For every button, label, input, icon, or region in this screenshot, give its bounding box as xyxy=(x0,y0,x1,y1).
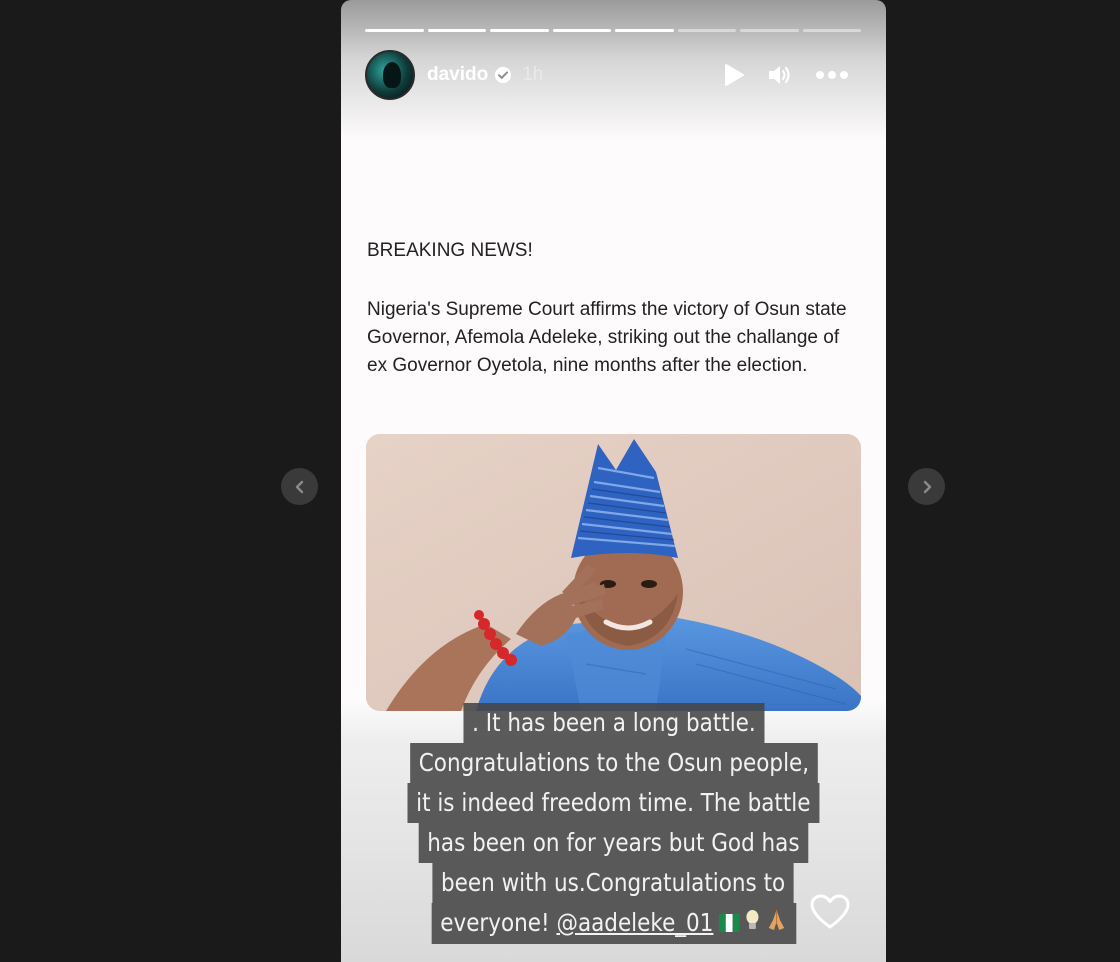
governor-photo xyxy=(366,434,861,711)
mention-link[interactable]: @aadeleke_01 xyxy=(556,908,713,937)
chevron-right-icon xyxy=(923,480,931,493)
play-icon[interactable] xyxy=(723,63,745,87)
caption-line: it is indeed freedom time. The battle xyxy=(407,783,820,823)
story-header: davido 1h xyxy=(365,50,861,100)
verified-badge-icon xyxy=(495,66,512,84)
progress-segment xyxy=(365,29,424,32)
caption-line: been with us.Congratulations to xyxy=(432,863,795,903)
story-progress-bar xyxy=(365,29,861,32)
username[interactable]: davido xyxy=(427,64,488,86)
progress-segment xyxy=(427,29,486,32)
praying-hands-icon xyxy=(765,904,787,944)
caption-text: everyone! xyxy=(439,908,557,937)
volume-icon[interactable] xyxy=(767,63,793,87)
previous-story-button[interactable] xyxy=(281,468,318,505)
chevron-left-icon xyxy=(295,480,303,493)
avatar[interactable] xyxy=(365,50,415,100)
caption-line: . It has been a long battle. xyxy=(463,703,764,743)
caption-line-last: everyone! @aadeleke_01 xyxy=(431,903,796,944)
heart-icon[interactable] xyxy=(810,894,850,930)
progress-segment xyxy=(552,29,611,32)
news-headline: BREAKING NEWS! xyxy=(367,240,533,261)
story-controls xyxy=(723,63,849,87)
progress-segment xyxy=(490,29,549,32)
next-story-button[interactable] xyxy=(908,468,945,505)
progress-segment xyxy=(802,29,861,32)
caption-line: has been on for years but God has xyxy=(418,823,809,863)
progress-segment xyxy=(677,29,736,32)
progress-segment xyxy=(615,29,674,32)
news-body: Nigeria's Supreme Court affirms the vict… xyxy=(367,299,847,376)
timestamp: 1h xyxy=(522,64,544,85)
story-viewer[interactable]: davido 1h BREAKING NEWS! Nigeria's Supre… xyxy=(341,0,886,962)
nigeria-flag-icon xyxy=(718,904,739,944)
progress-segment xyxy=(740,29,799,32)
story-caption: . It has been a long battle. Congratulat… xyxy=(341,703,886,944)
more-icon[interactable] xyxy=(815,70,849,80)
caption-line: Congratulations to the Osun people, xyxy=(409,743,818,783)
lightbulb-icon xyxy=(744,904,759,944)
